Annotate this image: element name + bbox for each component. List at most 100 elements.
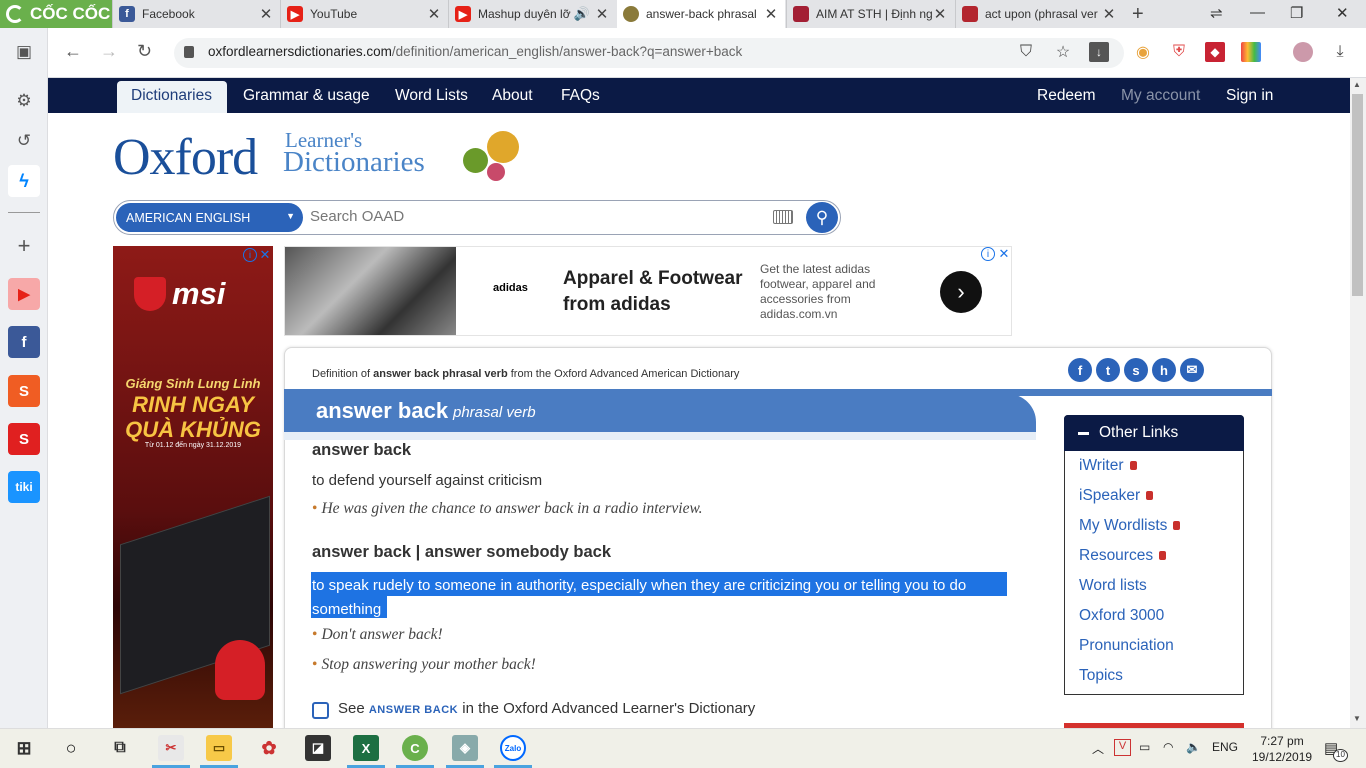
ad-adidas-heading[interactable]: Apparel & Footwear from adidas — [563, 266, 753, 318]
logo-ball-icon — [463, 148, 488, 173]
collapse-icon[interactable] — [1078, 432, 1089, 435]
facebook-icon[interactable]: f — [8, 326, 40, 358]
other-link-word-lists[interactable]: Word lists — [1079, 577, 1147, 595]
other-link-oxford-3000[interactable]: Oxford 3000 — [1079, 607, 1164, 625]
scroll-up-icon[interactable]: ▲ — [1353, 80, 1361, 89]
nav-my-account[interactable]: My account — [1121, 87, 1200, 105]
site-logo-dictionaries[interactable]: Dictionaries — [283, 146, 425, 179]
nav-sign-in[interactable]: Sign in — [1226, 87, 1273, 105]
paint-icon[interactable]: ✿ — [256, 735, 282, 761]
shield-icon[interactable]: ⛉ — [1016, 42, 1036, 62]
dialect-select[interactable]: AMERICAN ENGLISH ▼ — [116, 203, 303, 232]
tab-aim-at-sth[interactable]: AIM AT STH | Định ng ✕ — [786, 0, 954, 28]
add-app-icon[interactable]: + — [8, 230, 40, 262]
ad-close-icon[interactable]: ✕ — [258, 247, 272, 262]
input-language[interactable]: ENG — [1212, 740, 1238, 754]
other-link-pronunciation[interactable]: Pronunciation — [1079, 637, 1174, 655]
ad-close-icon[interactable]: ✕ — [997, 246, 1011, 261]
settings-icon[interactable]: ⚙ — [8, 85, 40, 117]
tab-act-upon[interactable]: act upon (phrasal ver ✕ — [955, 0, 1123, 28]
unikey-icon[interactable]: V — [1114, 739, 1131, 756]
tab-mashup[interactable]: ▶ Mashup duyên lỡ 🔊 ✕ — [448, 0, 616, 28]
search-input[interactable]: Search OAAD — [310, 208, 404, 225]
minimize-icon[interactable]: — — [1250, 4, 1265, 21]
savefrom-download-icon[interactable]: ↓ — [1089, 42, 1109, 62]
sticky-notes-icon[interactable]: ◪ — [305, 735, 331, 761]
excel-icon[interactable]: X — [353, 735, 379, 761]
profile-avatar[interactable] — [1293, 42, 1313, 62]
stumbleupon-share-icon[interactable]: s — [1124, 358, 1148, 382]
nav-dictionaries[interactable]: Dictionaries — [131, 87, 212, 105]
forward-icon[interactable]: → — [100, 41, 118, 62]
other-link-iwriter[interactable]: iWriter — [1079, 457, 1137, 475]
other-link-topics[interactable]: Topics — [1079, 667, 1123, 685]
nav-grammar-usage[interactable]: Grammar & usage — [243, 87, 370, 105]
back-icon[interactable]: ← — [64, 41, 82, 62]
site-logo-oxford[interactable]: Oxford — [113, 128, 258, 187]
coccoc-menu-button[interactable]: CỐC CỐC — [0, 0, 112, 28]
nav-word-lists[interactable]: Word Lists — [395, 87, 468, 105]
lock-icon[interactable] — [184, 46, 194, 58]
adblock-icon[interactable]: ⛨ — [1169, 42, 1189, 62]
reload-icon[interactable]: ↻ — [137, 41, 152, 62]
coccoc-taskbar-icon[interactable]: C — [402, 735, 428, 761]
sidebar-toggle-icon[interactable]: ▣ — [8, 36, 40, 68]
tab-list-icon[interactable]: ⇌ — [1210, 4, 1223, 22]
download-icon[interactable]: ⤓ — [1330, 42, 1350, 62]
nav-faqs[interactable]: FAQs — [561, 87, 600, 105]
app-taskbar-icon[interactable]: ◈ — [452, 735, 478, 761]
clock[interactable]: 7:27 pm 19/12/2019 — [1252, 733, 1312, 765]
extension-colorful-icon[interactable] — [1241, 42, 1261, 62]
nav-redeem[interactable]: Redeem — [1037, 87, 1096, 105]
shopee-icon[interactable]: S — [8, 375, 40, 407]
close-icon[interactable]: ✕ — [426, 5, 442, 23]
adchoices-icon[interactable]: i — [981, 247, 995, 261]
other-link-resources[interactable]: Resources — [1079, 547, 1167, 565]
scroll-down-icon[interactable]: ▼ — [1353, 714, 1361, 723]
keyboard-icon[interactable] — [773, 210, 793, 224]
close-icon[interactable]: ✕ — [932, 5, 948, 23]
see-also-link[interactable]: ANSWER BACK — [369, 704, 458, 716]
extension-chrome-icon[interactable]: ◉ — [1133, 42, 1153, 62]
adchoices-icon[interactable]: i — [243, 248, 257, 262]
search-circle-icon[interactable]: ○ — [58, 735, 84, 761]
youtube-icon[interactable]: ▶ — [8, 278, 40, 310]
email-share-icon[interactable]: ✉ — [1180, 358, 1204, 382]
close-icon[interactable]: ✕ — [763, 5, 779, 23]
tab-answer-back[interactable]: answer-back phrasal ✕ — [617, 0, 785, 28]
scrollbar-thumb[interactable] — [1352, 94, 1363, 296]
messenger-icon[interactable]: ϟ — [8, 165, 40, 197]
tab-facebook[interactable]: f Facebook ✕ — [112, 0, 280, 28]
volume-icon[interactable]: 🔈 — [1186, 740, 1201, 754]
history-icon[interactable]: ↺ — [8, 125, 40, 157]
close-window-icon[interactable]: ✕ — [1336, 4, 1349, 22]
other-link-my-wordlists[interactable]: My Wordlists — [1079, 517, 1181, 535]
task-view-icon[interactable]: ⧉ — [107, 735, 133, 761]
tray-chevron-up-icon[interactable]: ︿ — [1092, 740, 1104, 757]
ad-chevron-right-icon[interactable]: › — [940, 271, 982, 313]
close-icon[interactable]: ✕ — [1101, 5, 1117, 23]
file-explorer-icon[interactable]: ▭ — [206, 735, 232, 761]
hi5-share-icon[interactable]: h — [1152, 358, 1176, 382]
snipping-tool-icon[interactable]: ✂ — [158, 735, 184, 761]
other-link-ispeaker[interactable]: iSpeaker — [1079, 487, 1154, 505]
url-text[interactable]: oxfordlearnersdictionaries.com/definitio… — [208, 44, 742, 59]
zalo-icon[interactable]: Zalo — [500, 735, 526, 761]
tiki-icon[interactable]: tiki — [8, 471, 40, 503]
close-icon[interactable]: ✕ — [594, 5, 610, 23]
twitter-share-icon[interactable]: t — [1096, 358, 1120, 382]
extension-red-icon[interactable]: ◆ — [1205, 42, 1225, 62]
tab-youtube[interactable]: ▶ YouTube ✕ — [280, 0, 448, 28]
facebook-share-icon[interactable]: f — [1068, 358, 1092, 382]
nav-about[interactable]: About — [492, 87, 533, 105]
audio-playing-icon[interactable]: 🔊 — [574, 6, 590, 22]
search-button[interactable]: ⚲ — [806, 202, 838, 233]
sendo-icon[interactable]: S — [8, 423, 40, 455]
restore-icon[interactable]: ❐ — [1290, 4, 1303, 22]
close-icon[interactable]: ✕ — [258, 5, 274, 23]
wifi-icon[interactable]: ◠ — [1163, 740, 1173, 754]
battery-icon[interactable]: ▭ — [1139, 740, 1150, 754]
new-tab-icon[interactable]: + — [1132, 3, 1144, 26]
windows-start-icon[interactable]: ⊞ — [11, 735, 37, 761]
bookmark-star-icon[interactable]: ☆ — [1053, 42, 1073, 62]
